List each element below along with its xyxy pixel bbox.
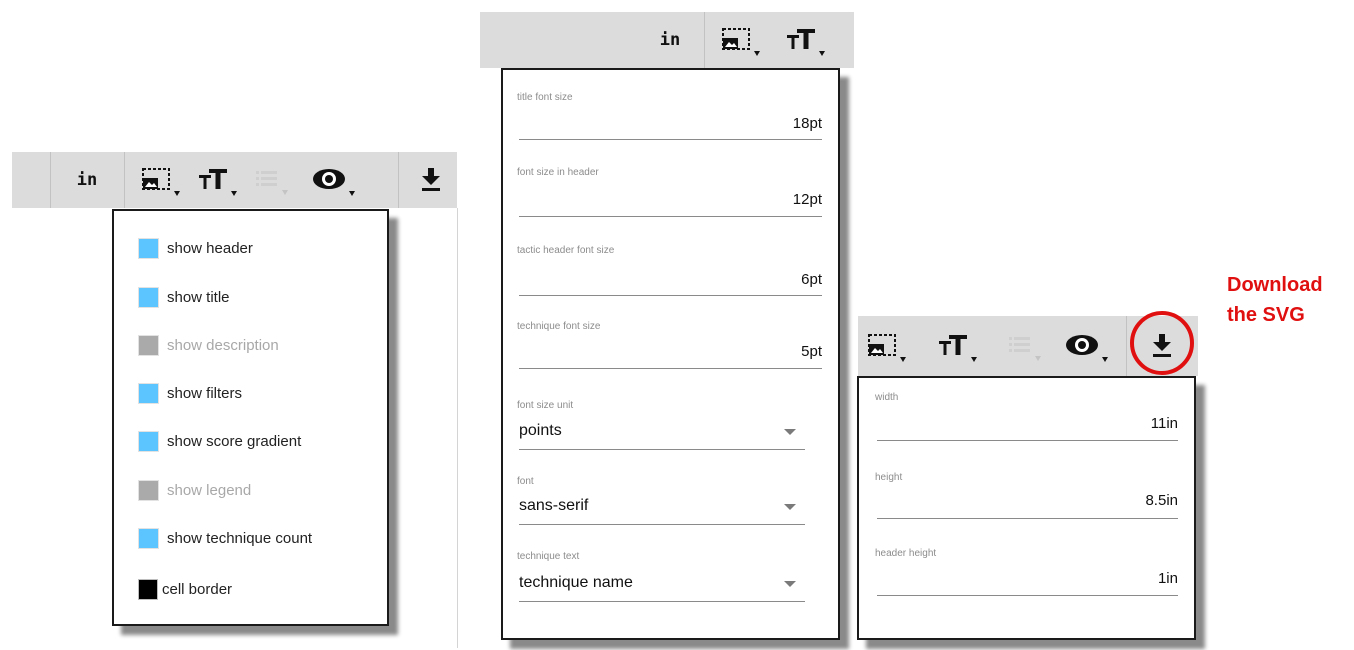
font-size-button[interactable] [932, 316, 982, 376]
width-label: width [875, 392, 899, 403]
input-underline [519, 295, 822, 296]
unit-label: in [659, 30, 681, 50]
checkbox-label: show description [167, 336, 279, 354]
title-font-size-label: title font size [517, 92, 573, 103]
image-size-button[interactable] [134, 152, 184, 208]
visibility-eye-icon [313, 169, 355, 196]
checkbox-label: show header [167, 239, 253, 257]
show-score-gradient-checkbox[interactable]: show score gradient [138, 429, 301, 453]
dropdown-arrow-icon[interactable] [784, 504, 796, 510]
checkbox-label: show score gradient [167, 432, 302, 450]
dropdown-arrow-icon[interactable] [784, 581, 796, 587]
toolbar-separator [398, 152, 399, 208]
image-size-icon [142, 168, 180, 196]
select-underline [519, 601, 805, 602]
checkbox-label: show title [167, 288, 230, 306]
input-underline [877, 518, 1178, 519]
show-header-checkbox[interactable]: show header [138, 236, 253, 260]
checkbox-box [138, 286, 159, 308]
font-size-icon [787, 29, 825, 56]
vertical-divider [457, 208, 458, 648]
checkbox-label: show technique count [167, 529, 313, 547]
show-title-checkbox[interactable]: show title [138, 285, 230, 309]
input-underline [519, 368, 822, 369]
header-font-size-label: font size in header [517, 167, 599, 178]
unit-toggle-button[interactable]: in [648, 12, 692, 68]
unit-label: in [76, 170, 98, 190]
unit-toggle-button[interactable]: in [65, 152, 109, 208]
middle-toolbar: in [480, 12, 854, 68]
visibility-eye-icon [1066, 335, 1108, 362]
toolbar-separator [124, 152, 125, 208]
left-toolbar: in [12, 152, 457, 208]
checkbox-label: show filters [167, 384, 243, 402]
download-highlight-circle [1130, 311, 1194, 375]
show-description-checkbox: show description [138, 333, 279, 357]
color-picker-label: cell border [162, 580, 233, 598]
checkbox-box [138, 430, 159, 452]
checkbox-box [138, 479, 159, 501]
input-underline [519, 216, 822, 217]
width-input[interactable]: 11in [1151, 415, 1178, 432]
font-select[interactable]: sans-serif [519, 497, 588, 515]
annotation-line-2: the SVG [1227, 304, 1305, 326]
image-size-button[interactable] [714, 12, 764, 68]
input-underline [519, 139, 822, 140]
height-input[interactable]: 8.5in [1145, 492, 1178, 509]
checkbox-box [138, 334, 159, 356]
show-legend-checkbox: show legend [138, 478, 251, 502]
tactic-header-font-size-input[interactable]: 6pt [801, 271, 822, 288]
legend-button [249, 152, 295, 208]
checkbox-box [138, 527, 159, 549]
visibility-button[interactable] [305, 152, 361, 208]
font-label: font [517, 476, 534, 487]
input-underline [877, 595, 1178, 596]
font-size-button[interactable] [780, 12, 830, 68]
font-options-menu: title font size 18pt font size in header… [501, 68, 840, 640]
annotation-line-1: Download [1227, 274, 1323, 296]
font-size-unit-select[interactable]: points [519, 422, 562, 440]
download-annotation: Download the SVG [1227, 270, 1323, 330]
select-underline [519, 449, 805, 450]
show-filters-checkbox[interactable]: show filters [138, 381, 242, 405]
select-underline [519, 524, 805, 525]
toolbar-separator [50, 152, 51, 208]
font-size-icon [939, 335, 977, 362]
dropdown-arrow-icon[interactable] [784, 429, 796, 435]
show-technique-count-checkbox[interactable]: show technique count [138, 526, 312, 550]
visibility-button[interactable] [1058, 316, 1114, 376]
legend-list-icon [1009, 337, 1041, 361]
download-icon [422, 168, 440, 191]
checkbox-box [138, 237, 159, 259]
height-label: height [875, 472, 903, 483]
technique-font-size-label: technique font size [517, 321, 601, 332]
tactic-header-font-size-label: tactic header font size [517, 245, 615, 256]
image-size-icon [868, 334, 906, 362]
legend-button [1002, 316, 1048, 376]
technique-text-label: technique text [517, 551, 580, 562]
checkbox-box [138, 382, 159, 404]
cell-border-color-picker[interactable]: cell border [138, 577, 232, 601]
toolbar-separator [1126, 316, 1127, 376]
title-font-size-input[interactable]: 18pt [793, 115, 822, 132]
color-swatch [138, 578, 158, 600]
header-height-label: header height [875, 548, 937, 559]
technique-font-size-input[interactable]: 5pt [801, 343, 822, 360]
download-svg-button[interactable] [409, 152, 453, 208]
input-underline [877, 440, 1178, 441]
legend-list-icon [256, 171, 288, 195]
display-options-menu: show header show title show description … [112, 209, 389, 626]
checkbox-label: show legend [167, 481, 252, 499]
image-size-button[interactable] [860, 316, 910, 376]
svg-size-menu: width 11in height 8.5in header height 1i… [857, 376, 1196, 640]
font-size-unit-label: font size unit [517, 400, 574, 411]
font-size-icon [199, 169, 237, 196]
header-height-input[interactable]: 1in [1158, 570, 1178, 587]
header-font-size-input[interactable]: 12pt [793, 191, 822, 208]
toolbar-separator [704, 12, 705, 68]
technique-text-select[interactable]: technique name [519, 574, 633, 592]
image-size-icon [722, 28, 760, 56]
font-size-button[interactable] [192, 152, 242, 208]
